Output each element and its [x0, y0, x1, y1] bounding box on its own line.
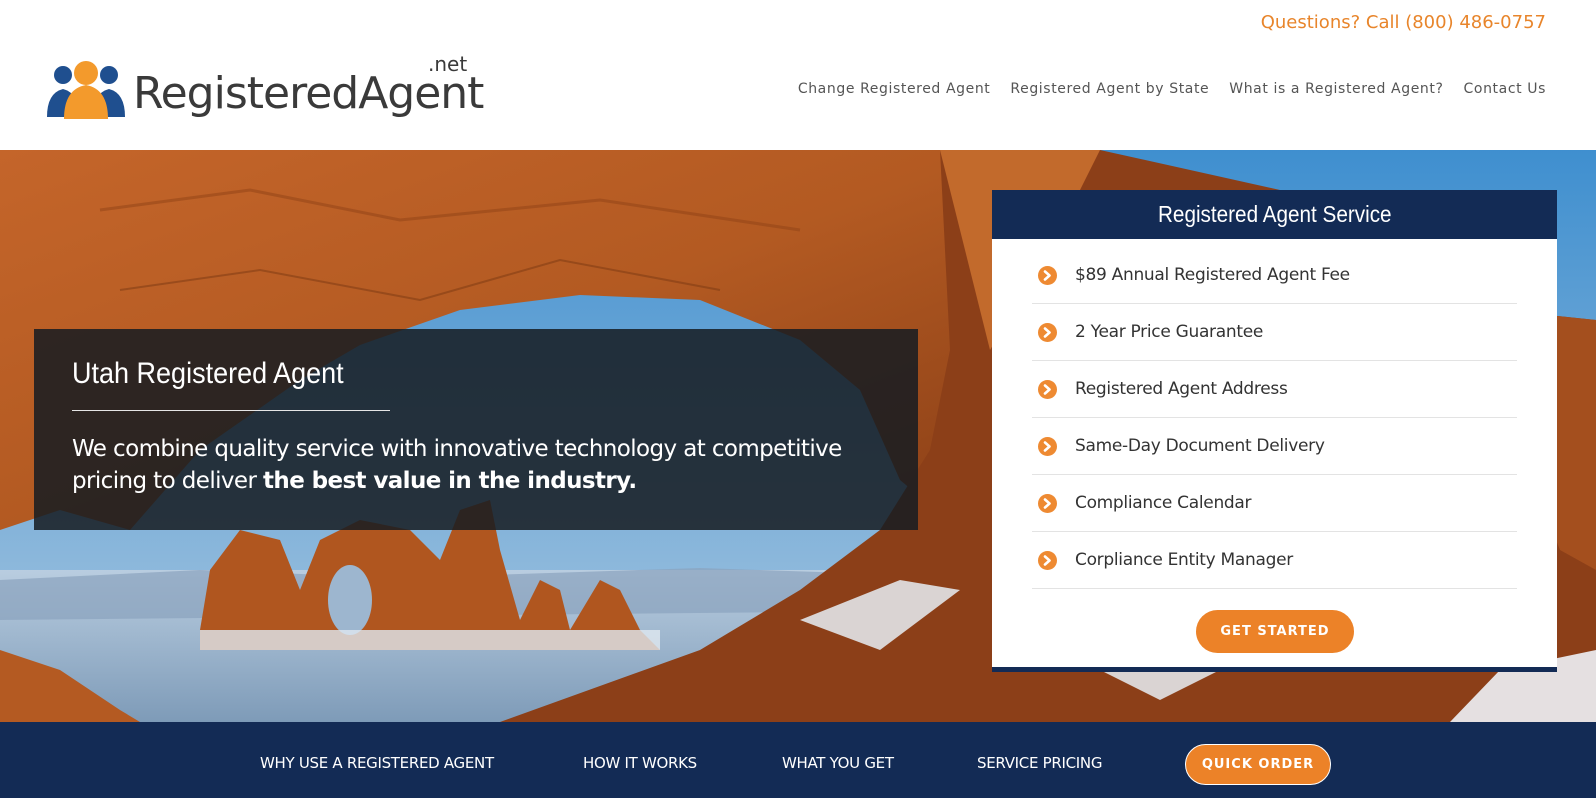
logo-tld: .net	[428, 52, 468, 76]
nav-why-use-registered-agent[interactable]: WHY USE A REGISTERED AGENT	[260, 754, 494, 772]
top-navigation: Change Registered Agent Registered Agent…	[798, 81, 1546, 97]
list-item: 2 Year Price Guarantee	[1032, 304, 1517, 361]
get-started-button[interactable]: GET STARTED	[1196, 610, 1354, 653]
nav-what-is-registered-agent[interactable]: What is a Registered Agent?	[1229, 81, 1443, 97]
hero-overlay: Utah Registered Agent We combine quality…	[34, 329, 918, 530]
quick-order-button[interactable]: QUICK ORDER	[1185, 744, 1331, 785]
nav-what-you-get[interactable]: WHAT YOU GET	[782, 754, 894, 772]
list-item: Same-Day Document Delivery	[1032, 418, 1517, 475]
section-navigation-bar: WHY USE A REGISTERED AGENT HOW IT WORKS …	[0, 722, 1596, 798]
feature-label: 2 Year Price Guarantee	[1075, 322, 1264, 342]
site-logo[interactable]: RegisteredAgent .net	[45, 52, 484, 132]
hero-tagline-bold: the best value in the industry.	[263, 468, 637, 494]
nav-how-it-works[interactable]: HOW IT WORKS	[583, 754, 697, 772]
people-logo-icon	[47, 61, 125, 119]
list-item: $89 Annual Registered Agent Fee	[1032, 247, 1517, 304]
hero-tagline: We combine quality service with innovati…	[72, 433, 892, 497]
list-item: Registered Agent Address	[1032, 361, 1517, 418]
service-card: Registered Agent Service $89 Annual Regi…	[992, 190, 1557, 672]
nav-contact-us[interactable]: Contact Us	[1464, 81, 1546, 97]
phone-contact[interactable]: Questions? Call (800) 486-0757	[1261, 12, 1546, 33]
nav-registered-agent-by-state[interactable]: Registered Agent by State	[1010, 81, 1209, 97]
feature-label: Same-Day Document Delivery	[1075, 436, 1325, 456]
service-card-title-text: Registered Agent Service	[1157, 201, 1392, 227]
chevron-circle-right-icon	[1038, 265, 1057, 285]
feature-label: $89 Annual Registered Agent Fee	[1075, 265, 1350, 285]
hero-divider	[72, 410, 390, 411]
chevron-circle-right-icon	[1038, 379, 1057, 399]
nav-change-registered-agent[interactable]: Change Registered Agent	[798, 81, 991, 97]
feature-label: Corpliance Entity Manager	[1075, 550, 1293, 570]
chevron-circle-right-icon	[1038, 493, 1057, 513]
site-header: Questions? Call (800) 486-0757 Registere…	[0, 0, 1596, 150]
nav-service-pricing[interactable]: SERVICE PRICING	[977, 754, 1102, 772]
hero-section: Utah Registered Agent We combine quality…	[0, 150, 1596, 722]
hero-title: Utah Registered Agent	[72, 357, 344, 390]
chevron-circle-right-icon	[1038, 550, 1057, 570]
service-feature-list: $89 Annual Registered Agent Fee 2 Year P…	[1032, 239, 1517, 589]
list-item: Corpliance Entity Manager	[1032, 532, 1517, 589]
chevron-circle-right-icon	[1038, 322, 1057, 342]
feature-label: Registered Agent Address	[1075, 379, 1288, 399]
feature-label: Compliance Calendar	[1075, 493, 1252, 513]
chevron-circle-right-icon	[1038, 436, 1057, 456]
list-item: Compliance Calendar	[1032, 475, 1517, 532]
service-card-title: Registered Agent Service	[992, 190, 1557, 239]
